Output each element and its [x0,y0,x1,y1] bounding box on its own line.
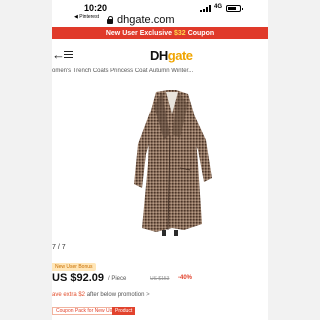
status-time: 10:20 [84,3,108,13]
banner-amount: $32 [174,29,186,37]
per-unit: / Piece [108,276,127,282]
signal-icon [200,5,212,12]
current-price: US $92.09 [52,272,104,284]
new-user-bonus-badge: New User Bonus [52,263,96,271]
dhgate-logo[interactable]: DHgate [150,48,193,63]
battery-icon [226,5,243,12]
network-type: 4G [214,4,223,10]
browser-url-bar[interactable]: dhgate.com [107,14,174,26]
image-counter: 7 / 7 [52,244,66,251]
original-price: US $153 [150,276,170,282]
product-image[interactable] [112,84,232,236]
banner-suffix: Coupon [187,29,215,37]
chevron-right-icon: > [146,292,150,298]
promo-rest: after below promotion [86,292,145,298]
site-header: ← DHgate [52,44,268,66]
product-title: omen's Trench Coats Princess Coat Autumn… [52,68,194,74]
url-text: dhgate.com [117,14,175,26]
promo-highlight: ave extra $2 [52,292,86,298]
phone-screen: 10:20 ◀ Pinterest 4G dhgate.com New User… [52,0,268,320]
product-tag[interactable]: Product [112,307,136,315]
lock-icon [107,16,114,24]
banner-prefix: New User Exclusive [105,29,173,37]
coupon-pack-chip[interactable]: Coupon Pack for New User [52,307,121,315]
back-to-app-link[interactable]: ◀ Pinterest [74,14,99,20]
promotion-line[interactable]: ave extra $2 after below promotion > [52,292,268,298]
menu-icon[interactable] [64,51,73,58]
discount-badge: -40% [178,275,193,281]
logo-dh: DH [150,48,168,63]
price-row: US $92.09 / Piece US $153 -40% [52,272,268,286]
logo-gate: gate [167,48,193,63]
new-user-coupon-banner[interactable]: New User Exclusive $32 Coupon [52,27,268,39]
